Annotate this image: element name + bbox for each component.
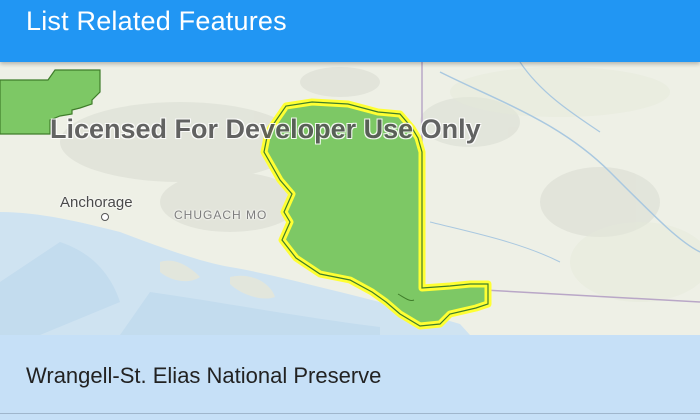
city-marker-icon <box>101 213 109 221</box>
app-bar: List Related Features <box>0 0 700 62</box>
map-view[interactable]: Licensed For Developer Use Only Anchorag… <box>0 62 700 335</box>
place-label-chugach: CHUGACH MO <box>174 208 268 222</box>
list-item[interactable]: Wrangell-St. Elias National Preserve <box>0 335 700 414</box>
app-title: List Related Features <box>26 6 287 36</box>
developer-watermark: Licensed For Developer Use Only <box>50 114 481 144</box>
place-label-anchorage: Anchorage <box>60 194 133 211</box>
list-item-label: Wrangell-St. Elias National Preserve <box>26 363 382 388</box>
related-features-list: Wrangell-St. Elias National Preserve <box>0 335 700 420</box>
